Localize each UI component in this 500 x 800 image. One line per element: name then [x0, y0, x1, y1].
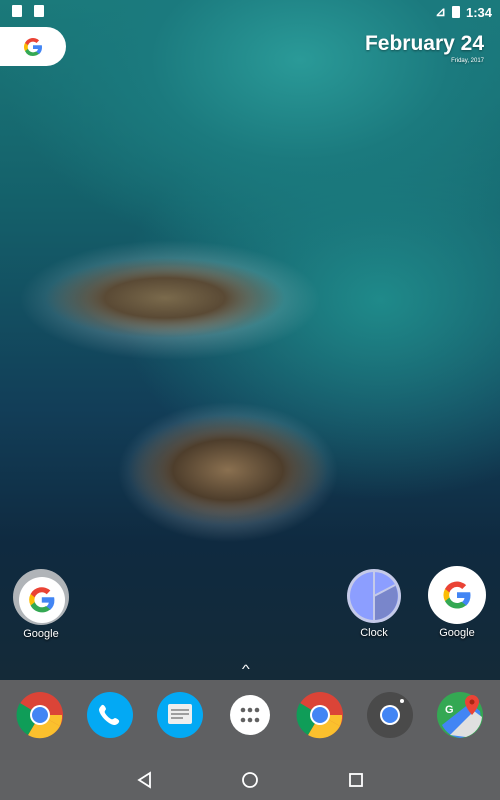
app-google-right[interactable]: Google: [422, 566, 492, 639]
chrome-icon[interactable]: [16, 691, 64, 739]
app-drawer-caret-icon[interactable]: ^: [242, 662, 250, 676]
app-google-left[interactable]: Google: [6, 569, 76, 640]
google-search-bar[interactable]: [0, 27, 66, 66]
back-icon[interactable]: [136, 771, 154, 789]
sd-card-icon: [12, 5, 22, 17]
svg-text:G: G: [445, 704, 454, 716]
battery-icon: [451, 6, 460, 18]
google-g-icon: [24, 37, 43, 56]
chrome-icon[interactable]: [296, 691, 344, 739]
date-main: February 24: [364, 32, 484, 55]
clock-icon: [347, 569, 401, 623]
app-label: Google: [23, 628, 59, 640]
recents-icon[interactable]: [348, 771, 364, 789]
date-sub: Friday, 2017: [451, 58, 484, 64]
date-widget[interactable]: February 24 Friday, 2017: [365, 32, 484, 64]
camera-icon[interactable]: [366, 691, 414, 739]
maps-icon[interactable]: G: [436, 691, 484, 739]
google-icon: [428, 566, 486, 624]
app-label: Clock: [360, 627, 388, 639]
clock-time: 1:34: [465, 4, 492, 20]
signal-icon: ⊿: [435, 4, 446, 19]
messages-icon[interactable]: [156, 691, 204, 739]
app-clock[interactable]: Clock: [339, 568, 409, 639]
google-icon: [13, 569, 69, 625]
app-drawer-icon[interactable]: [230, 695, 270, 735]
status-bar: ⊿ 1:34: [0, 0, 500, 24]
phone-icon[interactable]: [86, 691, 134, 739]
home-icon[interactable]: [241, 771, 259, 789]
app-label: Google: [439, 627, 475, 639]
notification-icon: [34, 5, 44, 17]
